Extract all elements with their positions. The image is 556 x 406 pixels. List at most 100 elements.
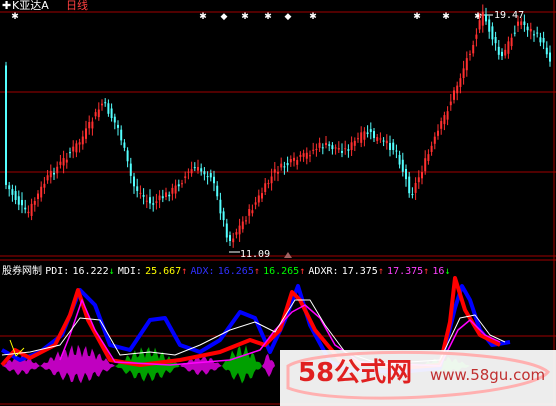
candle-body	[136, 186, 139, 191]
candle-body	[411, 194, 414, 196]
candle-body	[113, 116, 116, 123]
top-marker: ✱	[241, 12, 249, 22]
candle-body	[222, 211, 225, 221]
candle-body	[389, 143, 391, 150]
candle-body	[357, 138, 359, 140]
top-marker: ◆	[285, 12, 292, 22]
candle-body	[401, 159, 404, 172]
high-price-label: 19.47	[494, 10, 525, 21]
candle-body	[174, 185, 177, 194]
candle-body	[299, 154, 302, 157]
candle-body	[200, 168, 203, 172]
last-arrow-icon: ↓	[444, 266, 451, 277]
candle-body	[85, 128, 87, 139]
candle-body	[283, 166, 286, 168]
candle-body	[197, 166, 199, 171]
candle-body	[475, 34, 478, 39]
top-marker: ✱	[264, 12, 272, 22]
candle-body	[312, 149, 315, 151]
top-marker: ✱	[442, 12, 450, 22]
candle-body	[81, 136, 84, 145]
candle-body	[203, 171, 206, 175]
candle-body	[488, 19, 491, 32]
candle-body	[158, 195, 161, 201]
cursor-marker-icon	[284, 252, 292, 258]
candle-body	[360, 132, 363, 143]
candle-body	[232, 238, 235, 243]
indicator-legend: 股券网制 PDI: 16.222↓ MDI: 25.667↑ ADX: 16.2…	[2, 262, 451, 277]
mdi-fill-area	[262, 353, 275, 378]
candle-body	[72, 146, 75, 152]
candle-body	[101, 103, 103, 106]
candle-body	[501, 51, 503, 57]
candle-body	[465, 58, 468, 71]
top-marker: ✱	[309, 12, 317, 22]
candle-body	[190, 169, 193, 174]
candle-body	[485, 14, 487, 22]
candle-body	[27, 211, 30, 214]
chart-window[interactable]: ✱ ✱ ◆ ✱ ✱ ◆ ✱ ✱ ✱ ✱ ✚ K亚达A 日线 19.47 11.09 股券网制 PD…	[0, 0, 556, 406]
candlestick-chart[interactable]: ✱ ✱ ◆ ✱ ✱ ◆ ✱ ✱ ✱ ✱	[0, 0, 556, 406]
candle-body	[238, 225, 241, 235]
candle-body	[59, 161, 62, 165]
candle-body	[443, 115, 446, 125]
top-marker: ✱	[413, 12, 421, 22]
candle-body	[37, 193, 39, 200]
candle-body	[385, 140, 388, 144]
candle-body	[545, 47, 548, 55]
candle-body	[536, 32, 539, 34]
candle-body	[437, 130, 439, 136]
candle-body	[165, 192, 167, 198]
indicator-name[interactable]: 股券网制	[2, 266, 42, 277]
candle-body	[40, 186, 43, 198]
candle-body	[11, 189, 14, 195]
candle-body	[110, 108, 113, 119]
candle-body	[267, 183, 270, 185]
candle-body	[533, 34, 535, 36]
candle-body	[497, 46, 500, 55]
candle-body	[395, 150, 398, 152]
candle-body	[123, 142, 126, 148]
candle-body	[209, 173, 212, 178]
candle-body	[315, 148, 318, 150]
candle-body	[206, 176, 209, 178]
candle-body	[91, 121, 94, 129]
watermark: 58公式网 www.58gu.com	[280, 350, 556, 406]
candle-body	[187, 171, 190, 173]
candle-body	[155, 201, 158, 203]
candle-body	[549, 52, 551, 62]
candle-body	[398, 154, 401, 165]
adxr-arrow-icon: ↑	[377, 266, 384, 277]
stock-title[interactable]: K亚达A	[12, 0, 49, 12]
pdi-value: 16.222	[72, 266, 109, 277]
candle-body	[507, 41, 510, 54]
candle-body	[117, 124, 119, 128]
candle-body	[325, 142, 327, 146]
candle-body	[440, 121, 443, 129]
candle-body	[350, 142, 353, 151]
candle-body	[280, 163, 283, 168]
candle-body	[24, 207, 27, 210]
candle-body	[251, 210, 254, 214]
candle-body	[446, 111, 449, 120]
adx-label: ADX:	[190, 266, 215, 277]
candle-body	[296, 160, 299, 165]
candle-body	[53, 172, 55, 175]
last-value: 16	[432, 266, 445, 277]
candle-body	[177, 184, 180, 187]
candle-body	[424, 158, 427, 172]
pdi-arrow-icon: ↓	[108, 266, 115, 277]
adxr2-arrow-icon: ↑	[423, 266, 430, 277]
candle-body	[347, 149, 350, 151]
candle-body	[318, 142, 321, 148]
period-label[interactable]: 日线	[66, 0, 88, 12]
top-marker: ✱	[474, 12, 482, 22]
candle-body	[14, 191, 17, 200]
low-price-label: 11.09	[240, 249, 271, 260]
pdi-label: PDI:	[45, 266, 70, 277]
candle-body	[104, 102, 107, 104]
candle-body	[75, 143, 78, 153]
candle-body	[369, 129, 372, 132]
candle-body	[373, 131, 375, 139]
candle-body	[78, 142, 81, 145]
